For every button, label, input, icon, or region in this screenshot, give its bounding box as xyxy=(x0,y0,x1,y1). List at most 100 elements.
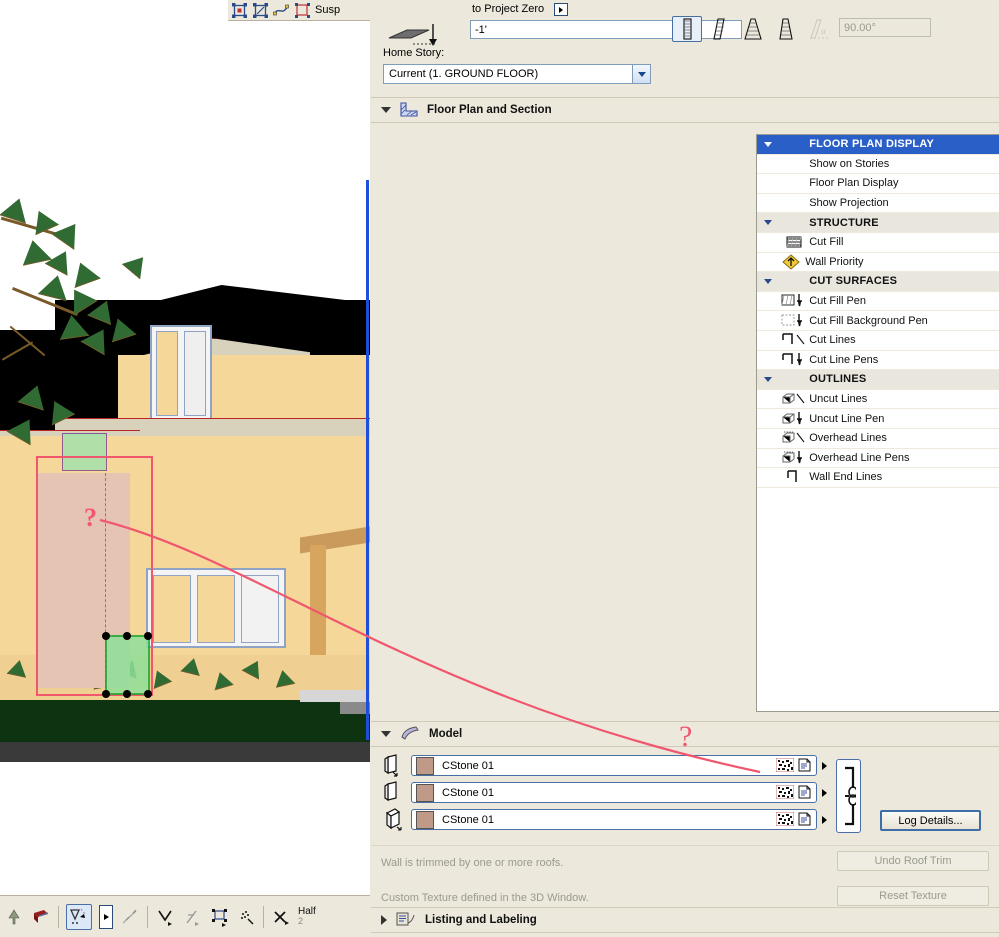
settings-row[interactable]: Cut Fill Background Pen0.57 Pt107 xyxy=(757,311,999,331)
listing-labeling-header[interactable]: Listing and Labeling xyxy=(371,907,999,933)
material-selector[interactable]: CStone 01 xyxy=(411,809,817,830)
uncut-lines-icon xyxy=(778,391,809,407)
settings-group-row[interactable]: FLOOR PLAN DISPLAY xyxy=(757,135,999,155)
texture-icon[interactable] xyxy=(775,811,795,827)
chevron-down-icon[interactable] xyxy=(632,65,650,83)
settings-row[interactable]: Floor Plan DisplayProjected with Overhea… xyxy=(757,174,999,194)
half-value: 2 xyxy=(298,916,304,926)
angle-snap-icon[interactable] xyxy=(155,907,175,927)
slant-angle-input[interactable]: 90.00° xyxy=(839,18,931,37)
texture-icon[interactable] xyxy=(775,784,795,800)
archicad-wall-settings-window: ? Susp Half 2 to Project Zero -1' Home S… xyxy=(0,0,999,937)
chevron-down-icon[interactable] xyxy=(381,731,391,737)
polyline-edit-icon[interactable] xyxy=(273,2,290,19)
listing-labeling-icon xyxy=(395,910,417,931)
uncut-line-pen-icon xyxy=(778,411,809,427)
trapezoid-wall-icon[interactable] xyxy=(771,16,801,42)
3d-viewport[interactable]: ? Susp Half 2 xyxy=(0,0,370,937)
setting-name: Cut Fill xyxy=(809,236,844,249)
selection-handle[interactable] xyxy=(123,632,131,640)
settings-row[interactable]: Wall Priority2 xyxy=(757,253,999,273)
group-edit-icon[interactable] xyxy=(209,907,229,927)
floor-plan-section-title: Floor Plan and Section xyxy=(427,104,552,116)
home-story-select[interactable]: Current (1. GROUND FLOOR) xyxy=(383,64,651,84)
settings-row[interactable]: Show ProjectionEntire Element xyxy=(757,194,999,214)
arrow-up-icon[interactable] xyxy=(4,907,24,927)
reset-texture-button[interactable]: Reset Texture xyxy=(837,886,989,906)
chevron-down-icon[interactable] xyxy=(757,278,778,284)
material-color-swatch xyxy=(416,756,434,775)
undo-roof-trim-button[interactable]: Undo Roof Trim xyxy=(837,851,989,871)
selection-handle[interactable] xyxy=(144,632,152,640)
suspend-groups-icon[interactable] xyxy=(294,2,311,19)
straight-wall-icon[interactable] xyxy=(672,16,702,42)
marquee-rotated-icon[interactable] xyxy=(252,2,269,19)
material-color-swatch xyxy=(416,783,434,802)
divide-icon[interactable] xyxy=(182,907,202,927)
project-zero-spinner[interactable] xyxy=(554,3,568,16)
material-flyout-arrow-icon[interactable] xyxy=(822,788,827,797)
texture-icon[interactable] xyxy=(775,757,795,773)
model-status-area: Wall is trimmed by one or more roofs. Un… xyxy=(371,845,999,906)
double-slanted-wall-icon[interactable] xyxy=(738,16,768,42)
settings-row[interactable]: Cut Fill Pen0.28 Pt141 xyxy=(757,292,999,312)
settings-row[interactable]: Cut LinesSolid Line xyxy=(757,331,999,351)
viewport-toolbar[interactable]: Susp xyxy=(228,0,370,21)
settings-group-row[interactable]: CUT SURFACES xyxy=(757,272,999,292)
document-icon[interactable] xyxy=(798,812,812,827)
setting-name: Show on Stories xyxy=(809,157,890,170)
x-snap-icon[interactable] xyxy=(271,907,291,927)
settings-row[interactable]: Cut Line Pens0.85 Pt3 xyxy=(757,351,999,371)
chevron-down-icon[interactable] xyxy=(757,220,778,226)
door-selection-box[interactable] xyxy=(105,635,150,695)
cut-lines-icon xyxy=(778,332,809,348)
material-name: CStone 01 xyxy=(442,759,494,772)
wand-flyout-arrow-icon[interactable] xyxy=(99,904,113,929)
link-materials-toggle[interactable] xyxy=(836,759,861,833)
settings-row[interactable]: Wall End LinesBoth xyxy=(757,468,999,488)
setting-name: FLOOR PLAN DISPLAY xyxy=(809,138,935,151)
setting-name: OUTLINES xyxy=(809,373,867,386)
settings-row[interactable]: Cut FillStone-River xyxy=(757,233,999,253)
settings-row[interactable]: Overhead LinesSolid Line xyxy=(757,429,999,449)
spray-icon[interactable] xyxy=(236,907,256,927)
floor-plan-section-header[interactable]: Floor Plan and Section xyxy=(371,97,999,123)
slanted-wall-icon[interactable] xyxy=(705,16,735,42)
material-flyout-arrow-icon[interactable] xyxy=(822,761,827,770)
chevron-right-icon[interactable] xyxy=(381,915,387,925)
chevron-down-icon[interactable] xyxy=(757,141,778,147)
floor-plan-settings-list[interactable]: FLOOR PLAN DISPLAY Show on StoriesAll Rel… xyxy=(756,134,999,712)
settings-row[interactable]: Overhead Line Pens0.85 Pt7 xyxy=(757,449,999,469)
chevron-down-icon[interactable] xyxy=(381,107,391,113)
model-question-annotation: ? xyxy=(679,720,693,753)
selection-handle[interactable] xyxy=(102,632,110,640)
material-selector[interactable]: CStone 01 xyxy=(411,782,817,803)
selection-handle[interactable] xyxy=(123,690,131,698)
floor-plan-section-icon xyxy=(399,100,419,121)
foreground xyxy=(0,770,370,900)
settings-group-row[interactable]: OUTLINES xyxy=(757,370,999,390)
pen-book-icon[interactable] xyxy=(31,907,51,927)
viewport-bottom-toolbar[interactable]: Half 2 xyxy=(0,895,370,937)
chevron-down-icon[interactable] xyxy=(757,376,778,382)
marquee-icon[interactable] xyxy=(231,2,248,19)
settings-group-row[interactable]: STRUCTURE xyxy=(757,213,999,233)
material-selector[interactable]: CStone 01 xyxy=(411,755,817,776)
settings-row[interactable]: Uncut Line Pen0.71 Pt5 xyxy=(757,409,999,429)
selection-handle[interactable] xyxy=(144,690,152,698)
material-flyout-arrow-icon[interactable] xyxy=(822,815,827,824)
document-icon[interactable] xyxy=(798,758,812,773)
line-tool-icon[interactable] xyxy=(120,907,140,927)
magic-wand-icon[interactable] xyxy=(66,903,92,930)
settings-row[interactable]: Show on StoriesAll Relevant Stories xyxy=(757,155,999,175)
upper-window xyxy=(150,325,212,420)
document-icon[interactable] xyxy=(798,785,812,800)
material-row: CStone 01 xyxy=(381,780,831,804)
overhead-line-pens-icon xyxy=(778,450,809,466)
settings-row[interactable]: Uncut LinesSolid Line xyxy=(757,390,999,410)
cut-fill-icon xyxy=(778,235,809,249)
log-details-button[interactable]: Log Details... xyxy=(880,810,981,831)
setting-name: Cut Lines xyxy=(809,334,856,347)
lower-window xyxy=(146,568,286,648)
selection-handle[interactable] xyxy=(102,690,110,698)
